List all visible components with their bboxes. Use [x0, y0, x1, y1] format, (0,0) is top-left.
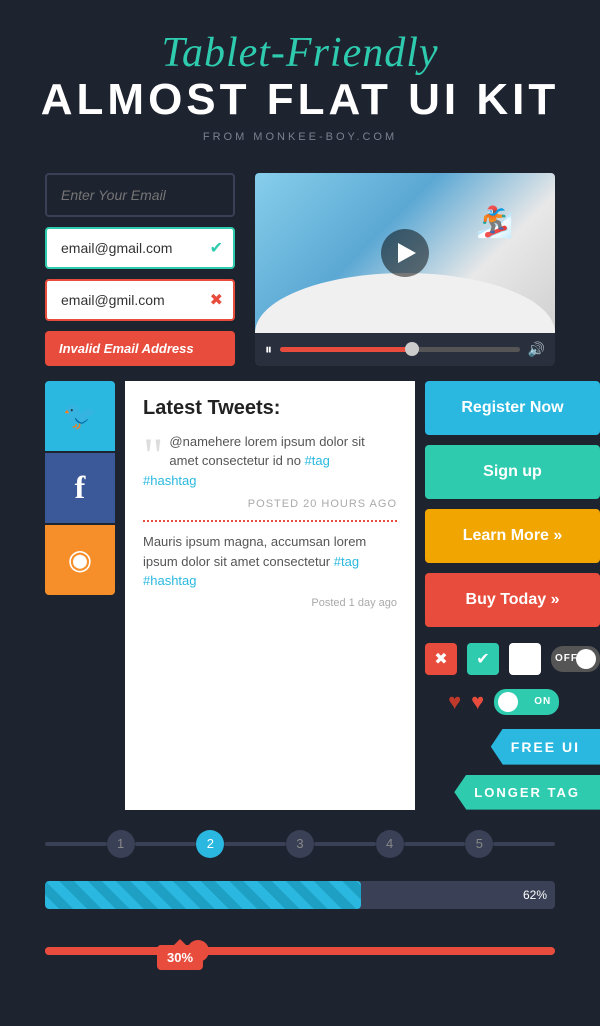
- tweet-tag-1: #tag: [305, 453, 330, 468]
- facebook-button[interactable]: f: [45, 453, 115, 523]
- rss-button[interactable]: ◉: [45, 525, 115, 595]
- header-script-title: Tablet-Friendly: [20, 30, 580, 76]
- toggle-circle: [576, 649, 596, 669]
- checkboxes-row: ✖ ✔ OFF: [425, 637, 600, 675]
- heart-black-icon: ♥: [425, 689, 438, 715]
- pagination-row: 1 2 3 4 5: [0, 815, 600, 873]
- pagination-line-2: [224, 842, 286, 846]
- invalid-email-wrapper: ✖: [45, 279, 235, 321]
- pagination-line-1: [135, 842, 197, 846]
- pagination-line-start: [45, 842, 107, 846]
- email-invalid-input[interactable]: [45, 279, 235, 321]
- tweets-title: Latest Tweets:: [143, 397, 397, 420]
- toggle-on-label: ON: [534, 696, 551, 707]
- checkbox-empty[interactable]: [509, 643, 541, 675]
- register-button[interactable]: Register Now: [425, 381, 600, 435]
- email-placeholder-input[interactable]: [45, 173, 235, 217]
- progress-bar-bg: 62%: [45, 881, 555, 909]
- checkbox-check[interactable]: ✔: [467, 643, 499, 675]
- learn-more-button[interactable]: Learn More »: [425, 509, 600, 563]
- quote-mark-icon: ": [143, 440, 163, 470]
- page-5[interactable]: 5: [465, 830, 493, 858]
- video-progress-fill: [280, 347, 412, 352]
- toggle-on[interactable]: ON: [494, 689, 559, 715]
- play-icon: [398, 243, 416, 263]
- page-2-active[interactable]: 2: [196, 830, 224, 858]
- tweet-handle: @namehere: [169, 434, 241, 449]
- page-3[interactable]: 3: [286, 830, 314, 858]
- pagination-line-3: [314, 842, 376, 846]
- tags-column: FREE UI LONGER TAG: [425, 729, 600, 810]
- signup-button[interactable]: Sign up: [425, 445, 600, 499]
- forms-column: ✔ ✖ Invalid Email Address: [45, 173, 235, 366]
- pagination-line-end: [493, 842, 555, 846]
- header-main-title: ALMOST FLAT UI KIT: [20, 76, 580, 124]
- error-message: Invalid Email Address: [45, 331, 235, 366]
- email-valid-input[interactable]: [45, 227, 235, 269]
- toggle-on-circle: [498, 692, 518, 712]
- video-container: 🏂 ⏸ 🔊: [255, 173, 555, 366]
- tweet-1: " @namehere lorem ipsum dolor sit amet c…: [143, 432, 397, 491]
- volume-icon[interactable]: 🔊: [528, 341, 545, 358]
- video-thumbnail[interactable]: 🏂: [255, 173, 555, 333]
- tweet-tag-2: #hashtag: [143, 473, 197, 488]
- slider-section: 30%: [0, 917, 600, 985]
- content-row: ✔ ✖ Invalid Email Address 🏂 ⏸: [0, 163, 600, 376]
- x-icon: ✖: [210, 290, 223, 310]
- valid-email-wrapper: ✔: [45, 227, 235, 269]
- video-progress-bar[interactable]: [280, 347, 520, 352]
- checkbox-x[interactable]: ✖: [425, 643, 457, 675]
- video-progress-thumb: [405, 342, 419, 356]
- video-column: 🏂 ⏸ 🔊: [255, 173, 555, 366]
- tweet-divider: [143, 520, 397, 522]
- play-button[interactable]: [381, 229, 429, 277]
- video-controls: ⏸ 🔊: [255, 333, 555, 366]
- page-1[interactable]: 1: [107, 830, 135, 858]
- toggle-off-label: OFF: [555, 653, 578, 664]
- pagination-line-4: [404, 842, 466, 846]
- snowboarder-graphic: 🏂: [475, 198, 515, 248]
- social-column: 🐦 f ◉: [45, 381, 125, 810]
- header-sub-title: FROM MONKEE-BOY.COM: [20, 131, 580, 143]
- header: Tablet-Friendly ALMOST FLAT UI KIT FROM …: [0, 0, 600, 163]
- twitter-icon: 🐦: [63, 399, 98, 432]
- tweet-2-time: Posted 1 day ago: [143, 597, 397, 609]
- tweet-1-time: POSTED 20 HOURS AGO: [143, 498, 397, 510]
- heart-red-icon: ♥: [471, 689, 484, 715]
- twitter-button[interactable]: 🐦: [45, 381, 115, 451]
- buttons-column: Register Now Sign up Learn More » Buy To…: [425, 381, 600, 810]
- tweet-2-text: Mauris ipsum magna, accumsan lorem ipsum…: [143, 532, 397, 591]
- snow-hill: [255, 273, 555, 333]
- tweets-panel: Latest Tweets: " @namehere lorem ipsum d…: [125, 381, 415, 810]
- heart-dark-red-icon: ♥: [448, 689, 461, 715]
- tweet-1-text: @namehere lorem ipsum dolor sit amet con…: [143, 432, 397, 491]
- slider-track[interactable]: [45, 947, 555, 955]
- hearts-row: ♥ ♥ ♥ ON: [425, 685, 600, 719]
- social-tweets-row: 🐦 f ◉ Latest Tweets: " @namehere lorem i…: [0, 381, 600, 810]
- longer-tag: LONGER TAG: [454, 775, 600, 810]
- buy-button[interactable]: Buy Today »: [425, 573, 600, 627]
- page-4[interactable]: 4: [376, 830, 404, 858]
- progress-bar-fill: [45, 881, 361, 909]
- checkmark-icon: ✔: [210, 238, 223, 258]
- progress-label: 62%: [523, 888, 547, 902]
- rss-icon: ◉: [68, 543, 92, 576]
- toggle-off[interactable]: OFF: [551, 646, 600, 672]
- free-tag: FREE UI: [491, 729, 600, 765]
- facebook-icon: f: [75, 469, 86, 506]
- pause-button[interactable]: ⏸: [265, 341, 272, 358]
- progress-section: 62%: [0, 873, 600, 917]
- slider-tooltip: 30%: [157, 945, 203, 970]
